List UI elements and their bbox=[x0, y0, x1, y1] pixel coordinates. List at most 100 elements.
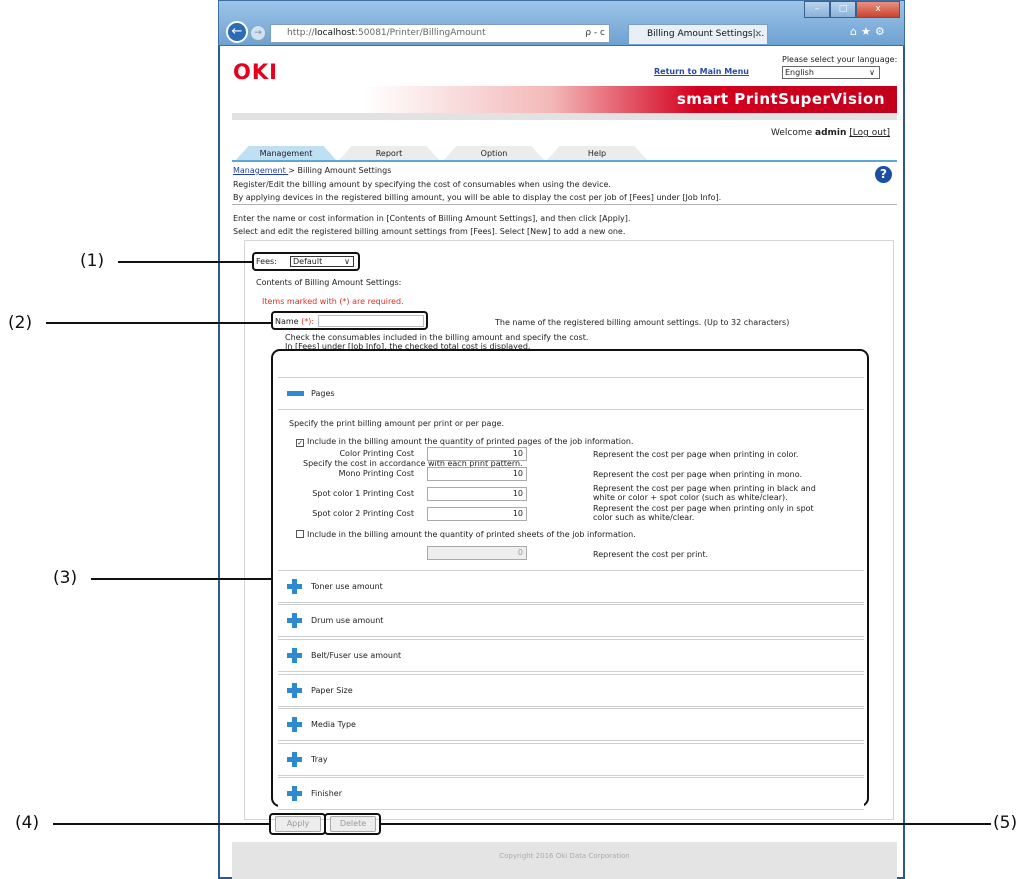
callout-1-label: (1) bbox=[80, 251, 105, 271]
intro-divider bbox=[232, 204, 897, 205]
callout-3-line bbox=[91, 578, 272, 580]
callout-2-label: (2) bbox=[8, 313, 33, 333]
collapse-icon bbox=[287, 391, 304, 396]
language-value: English bbox=[785, 68, 814, 77]
intro-line-1: Register/Edit the billing amount by spec… bbox=[233, 180, 611, 189]
apply-button[interactable]: Apply bbox=[275, 816, 321, 832]
cost-label: Spot color 1 Printing Cost bbox=[312, 489, 414, 498]
cost-description: Represent the cost per page when printin… bbox=[593, 450, 799, 459]
expand-icon bbox=[287, 752, 302, 767]
welcome-prefix: Welcome bbox=[770, 128, 813, 138]
print-cost-description: Represent the cost per print. bbox=[593, 550, 709, 559]
breadcrumb: Management > Billing Amount Settings bbox=[233, 166, 391, 175]
name-label: Name (*): bbox=[275, 317, 314, 326]
name-input[interactable] bbox=[318, 315, 424, 327]
expand-icon bbox=[287, 717, 302, 732]
section-title: Toner use amount bbox=[311, 582, 383, 591]
back-arrow-icon[interactable]: ← bbox=[226, 21, 248, 43]
spot2-cost-input[interactable]: 10 bbox=[427, 507, 527, 521]
include-sheets-label: Include in the billing amount the quanti… bbox=[307, 530, 636, 539]
section-title: Finisher bbox=[311, 789, 342, 798]
name-label-text: Name bbox=[275, 317, 299, 326]
instruction-line-2: Select and edit the registered billing a… bbox=[233, 227, 626, 236]
tab-close-icon[interactable]: × bbox=[754, 25, 762, 43]
section-media-type[interactable]: Media Type bbox=[278, 708, 864, 741]
expand-icon bbox=[287, 579, 302, 594]
section-toner[interactable]: Toner use amount bbox=[278, 570, 864, 603]
address-bar[interactable]: http://localhost:50081/Printer/BillingAm… bbox=[270, 24, 610, 43]
include-sheets-checkbox[interactable] bbox=[296, 530, 304, 538]
breadcrumb-current: > Billing Amount Settings bbox=[288, 166, 392, 175]
browser-tab[interactable]: Billing Amount Settings|... × bbox=[628, 24, 768, 44]
address-path: :50081/Printer/BillingAmount bbox=[354, 28, 486, 38]
section-title: Pages bbox=[311, 389, 335, 398]
logout-link[interactable]: [Log out] bbox=[849, 128, 890, 138]
include-pages-checkbox-row[interactable]: ✓ Include in the billing amount the quant… bbox=[296, 437, 633, 447]
language-select[interactable]: English ∨ bbox=[782, 66, 880, 79]
cost-description: Represent the cost per page when printin… bbox=[593, 470, 802, 479]
section-title: Media Type bbox=[311, 720, 356, 729]
fees-value: Default bbox=[293, 257, 323, 266]
language-label: Please select your language: bbox=[782, 55, 898, 64]
spot1-cost-input[interactable]: 10 bbox=[427, 487, 527, 501]
required-note: Items marked with (*) are required. bbox=[262, 297, 404, 306]
search-refresh-icon[interactable]: ρ - c bbox=[585, 25, 605, 42]
consumables-hint-1: Check the consumables included in the bi… bbox=[285, 333, 589, 342]
callout-5-label: (5) bbox=[993, 813, 1018, 833]
cost-label: Color Printing Cost bbox=[339, 449, 414, 458]
footer: Copyright 2016 Oki Data Corporation bbox=[232, 842, 897, 879]
section-pages-header[interactable]: Pages bbox=[278, 377, 864, 410]
required-marker: (*): bbox=[301, 317, 315, 326]
help-icon[interactable]: ? bbox=[875, 166, 892, 183]
tab-underline bbox=[232, 160, 897, 162]
return-to-main-menu-link[interactable]: Return to Main Menu bbox=[654, 67, 749, 76]
section-finisher[interactable]: Finisher bbox=[278, 777, 864, 810]
section-tray[interactable]: Tray bbox=[278, 743, 864, 776]
forward-arrow-icon[interactable]: → bbox=[250, 25, 266, 41]
section-title: Paper Size bbox=[311, 686, 353, 695]
tab-title: Billing Amount Settings|... bbox=[647, 29, 765, 39]
section-title: Tray bbox=[311, 755, 328, 764]
section-drum[interactable]: Drum use amount bbox=[278, 604, 864, 637]
fees-select[interactable]: Default ∨ bbox=[290, 256, 354, 267]
close-window-button[interactable]: x bbox=[856, 1, 900, 18]
print-cost-input[interactable]: 0 bbox=[427, 546, 527, 560]
name-hint: The name of the registered billing amoun… bbox=[495, 318, 790, 327]
intro-line-2: By applying devices in the registered bi… bbox=[233, 193, 722, 202]
breadcrumb-management-link[interactable]: Management bbox=[233, 166, 288, 175]
include-sheets-checkbox-row[interactable]: Include in the billing amount the quanti… bbox=[296, 530, 636, 539]
welcome-text: Welcome admin [Log out] bbox=[720, 128, 890, 138]
include-pages-checkbox[interactable]: ✓ bbox=[296, 439, 304, 447]
callout-5-line bbox=[380, 823, 991, 825]
expand-icon bbox=[287, 648, 302, 663]
callout-2-line bbox=[46, 322, 272, 324]
mono-cost-input[interactable]: 10 bbox=[427, 467, 527, 481]
callout-1-line bbox=[118, 261, 253, 263]
section-paper-size[interactable]: Paper Size bbox=[278, 674, 864, 707]
callout-4-line bbox=[53, 823, 270, 825]
expand-icon bbox=[287, 786, 302, 801]
address-prefix: http:// bbox=[287, 28, 315, 38]
section-title: Drum use amount bbox=[311, 616, 384, 625]
username: admin bbox=[815, 128, 847, 138]
cost-label: Spot color 2 Printing Cost bbox=[312, 509, 414, 518]
include-pages-label: Include in the billing amount the quanti… bbox=[307, 437, 634, 446]
callout-3-label: (3) bbox=[53, 568, 78, 588]
expand-icon bbox=[287, 613, 302, 628]
cost-description: Represent the cost per page when printin… bbox=[593, 484, 816, 502]
consumables-hint-2: In [Fees] under [Job Info], the checked … bbox=[285, 342, 531, 349]
home-favorites-settings-icons[interactable]: ⌂★⚙ bbox=[850, 25, 889, 38]
address-host: localhost bbox=[314, 28, 355, 38]
brand-banner: smart PrintSuperVision bbox=[232, 86, 897, 113]
chevron-down-icon: ∨ bbox=[869, 68, 875, 77]
section-title: Belt/Fuser use amount bbox=[311, 651, 402, 660]
section-belt-fuser[interactable]: Belt/Fuser use amount bbox=[278, 639, 864, 672]
fees-label: Fees: bbox=[256, 257, 277, 266]
color-cost-input[interactable]: 10 bbox=[427, 447, 527, 461]
maximize-button[interactable]: □ bbox=[830, 1, 856, 18]
window-controls: – □ x bbox=[804, 1, 900, 18]
minimize-button[interactable]: – bbox=[804, 1, 830, 18]
instruction-line-1: Enter the name or cost information in [C… bbox=[233, 214, 631, 223]
pages-description: Specify the print billing amount per pri… bbox=[289, 419, 504, 428]
delete-button[interactable]: Delete bbox=[330, 816, 376, 832]
